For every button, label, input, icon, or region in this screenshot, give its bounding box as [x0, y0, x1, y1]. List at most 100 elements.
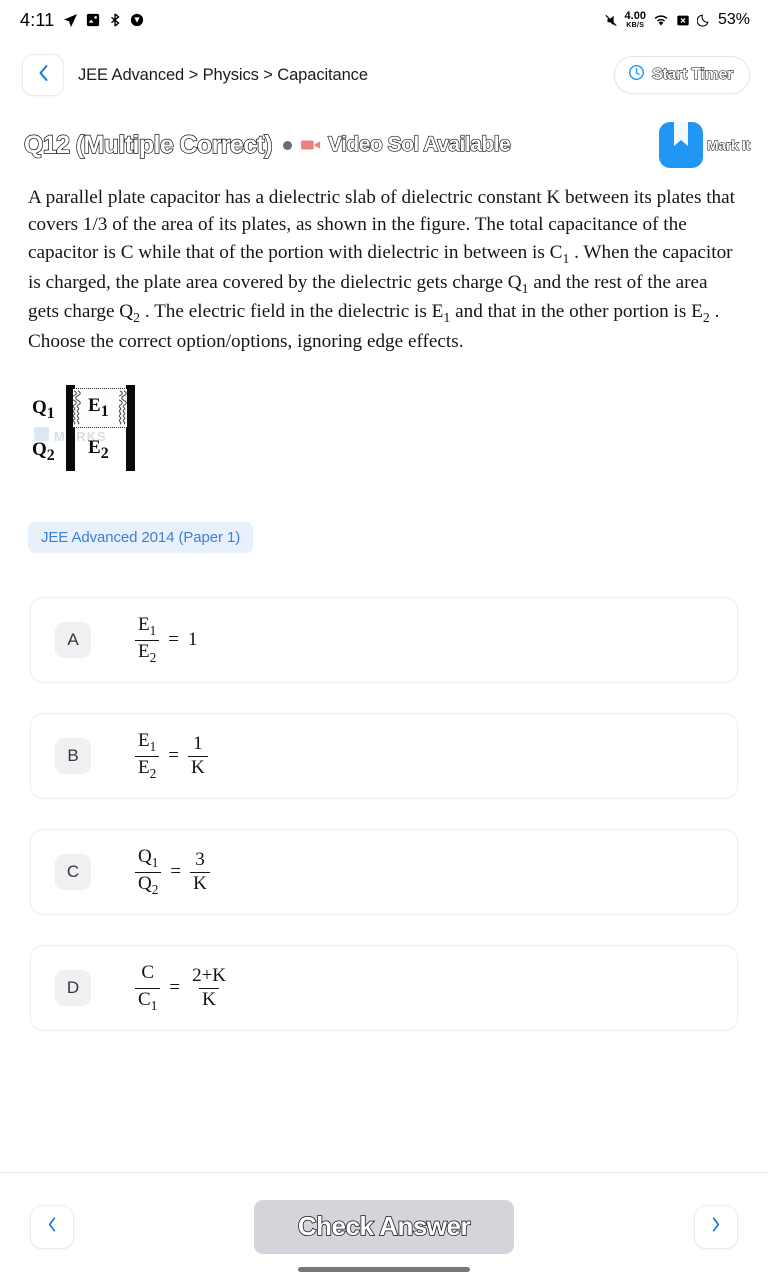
option-rhs: 1	[187, 629, 198, 651]
fraction-rhs: 1 K	[187, 733, 208, 779]
check-answer-label: Check Answer	[297, 1210, 471, 1242]
chevron-right-icon	[710, 1216, 722, 1238]
options-list: A E1 E2 = 1 B E1 E2 = 1 K C Q1 Q2 = 3 K …	[0, 597, 768, 1032]
fraction-lhs: Q1 Q2	[135, 846, 162, 897]
figure-label-e1: E1	[88, 395, 109, 420]
question-text: A parallel plate capacitor has a dielect…	[0, 184, 768, 355]
fraction-lhs: C C1	[135, 962, 161, 1013]
question-line-6a: field in the dielectric is E	[249, 301, 444, 323]
capacitor-figure: MARKS Q1 Q2 E1 E2	[0, 385, 768, 480]
option-a[interactable]: A E1 E2 = 1	[30, 597, 738, 684]
figure-label-q1: Q1	[32, 397, 55, 422]
question-line-1: A parallel plate capacitor has a dielect…	[28, 187, 652, 208]
check-answer-button[interactable]: Check Answer	[254, 1199, 514, 1254]
fraction-numerator: 2+K	[192, 965, 226, 987]
status-time: 4:11	[20, 9, 55, 30]
start-timer-button[interactable]: Start Timer	[614, 56, 750, 94]
bottom-action-bar: Check Answer	[0, 1172, 768, 1280]
status-bar: 4:11 4.00 KB/S 53%	[0, 0, 768, 40]
network-speed: 4.00 KB/S	[624, 10, 646, 30]
option-c[interactable]: C Q1 Q2 = 3 K	[30, 829, 738, 916]
question-line-4a: between is C	[463, 241, 563, 263]
option-expression: E1 E2 = 1 K	[135, 731, 208, 780]
status-bar-right: 4.00 KB/S 53%	[604, 11, 750, 29]
source-tag: JEE Advanced 2014 (Paper 1)	[28, 522, 254, 554]
equals-sign: =	[170, 861, 182, 883]
question-sub-e2: 2	[702, 309, 710, 325]
option-d[interactable]: D C C1 = 2+K K	[30, 945, 738, 1032]
fraction-denominator: K	[187, 755, 208, 779]
bluetooth-icon	[108, 13, 122, 27]
video-solution-label: Video Sol Available	[327, 132, 511, 156]
network-speed-value: 4.00	[624, 10, 646, 22]
wifi-icon	[653, 13, 669, 27]
equals-sign: =	[168, 629, 179, 651]
fraction-numerator: E1	[138, 614, 157, 639]
clock-icon	[628, 64, 645, 86]
battery-percent: 53%	[717, 11, 750, 28]
breadcrumb[interactable]: JEE Advanced > Physics > Capacitance	[78, 66, 600, 85]
question-title-row: Q12 (Multiple Correct) Video Sol Availab…	[0, 122, 768, 168]
question-sub-q2: 2	[133, 309, 141, 325]
question-line-5c: . The electric	[144, 301, 246, 323]
previous-question-button[interactable]	[30, 1204, 74, 1249]
option-letter-badge: D	[55, 970, 91, 1007]
fraction-denominator: K	[190, 871, 210, 895]
fraction-numerator: E1	[138, 730, 157, 755]
network-speed-unit: KB/S	[626, 22, 645, 29]
option-letter-badge: A	[55, 622, 91, 659]
back-button[interactable]	[22, 54, 64, 96]
source-tag-row: JEE Advanced 2014 (Paper 1)	[0, 522, 768, 554]
image-icon	[86, 13, 100, 27]
fraction-numerator: 3	[195, 849, 205, 871]
equals-sign: =	[168, 745, 179, 767]
do-not-disturb-icon	[696, 13, 711, 27]
start-timer-label: Start Timer	[652, 65, 734, 83]
status-bar-left: 4:11	[20, 10, 144, 31]
mark-it-label: Mark It	[706, 137, 750, 154]
fraction-rhs: 3 K	[190, 850, 210, 894]
figure-label-q2: Q2	[32, 439, 55, 464]
fraction-denominator: Q2	[135, 871, 162, 897]
video-camera-icon	[300, 138, 321, 152]
option-expression: E1 E2 = 1	[135, 615, 197, 664]
cast-icon	[676, 14, 690, 27]
fraction-denominator: E2	[135, 755, 160, 781]
fraction-denominator: C1	[135, 987, 161, 1013]
fraction-denominator: K	[199, 987, 219, 1011]
chevron-left-icon	[46, 1216, 58, 1238]
question-line-5a: dielectric gets charge Q	[340, 271, 522, 293]
next-question-button[interactable]	[694, 1204, 738, 1249]
fraction-numerator: 1	[193, 733, 203, 755]
question-sub-c1: 1	[562, 250, 570, 266]
app-icon	[130, 13, 144, 27]
navigation-icon	[63, 13, 78, 28]
mute-icon	[604, 13, 618, 28]
option-letter-badge: C	[55, 854, 91, 891]
capacitor-plate-right	[126, 385, 135, 472]
fraction-denominator: E2	[135, 639, 160, 665]
fraction-lhs: E1 E2	[135, 614, 160, 665]
mark-it-button[interactable]: Mark It	[658, 122, 751, 168]
option-letter-badge: B	[55, 738, 91, 775]
fraction-lhs: E1 E2	[135, 730, 160, 781]
home-indicator	[298, 1267, 470, 1272]
option-expression: C C1 = 2+K K	[135, 963, 229, 1012]
figure-label-e2: E2	[88, 437, 109, 462]
fraction-rhs: 2+K K	[189, 966, 229, 1010]
equals-sign: =	[169, 977, 181, 999]
fraction-numerator: Q1	[138, 846, 159, 871]
hatching-right-icon	[119, 390, 127, 425]
fraction-numerator: C	[141, 962, 155, 984]
question-line-6b: and that in the other portion is E	[450, 301, 703, 323]
bookmark-icon	[658, 122, 703, 168]
separator-dot-icon	[282, 140, 292, 150]
question-number-label: Q12 (Multiple Correct)	[23, 130, 273, 159]
question-line-7: option/options, ignoring edge effects.	[176, 330, 464, 352]
question-sub-q1: 1	[521, 280, 529, 296]
hatching-left-icon	[73, 390, 81, 425]
page-header: JEE Advanced > Physics > Capacitance Sta…	[0, 40, 768, 96]
option-b[interactable]: B E1 E2 = 1 K	[30, 713, 738, 800]
chevron-left-icon	[37, 64, 50, 87]
option-expression: Q1 Q2 = 3 K	[135, 847, 210, 896]
